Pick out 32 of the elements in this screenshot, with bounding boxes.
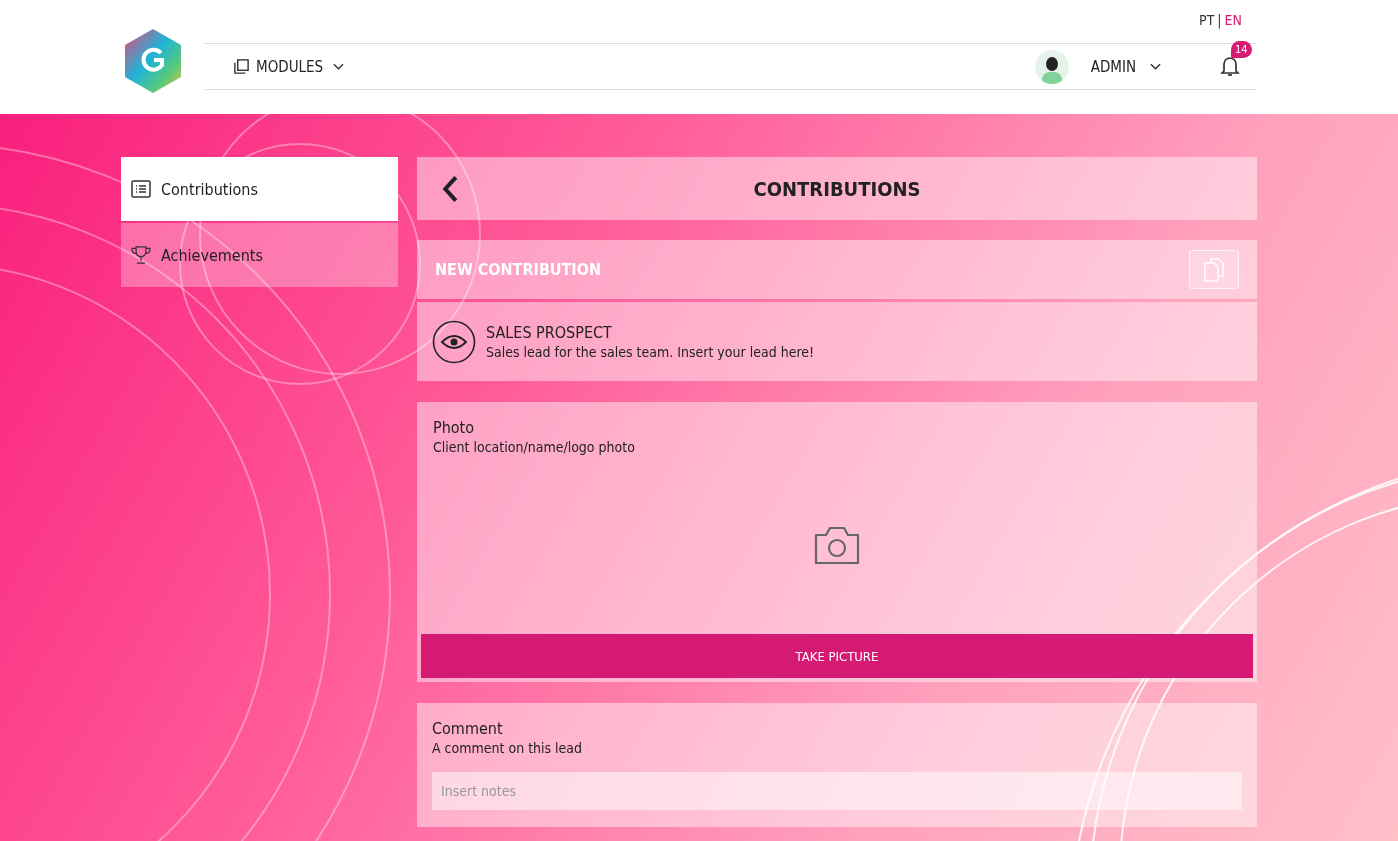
- notifications-button[interactable]: [1219, 54, 1241, 79]
- avatar[interactable]: [1034, 49, 1069, 84]
- chevron-down-icon: [333, 62, 345, 71]
- copy-icon: [1204, 257, 1224, 282]
- field-label: Comment: [432, 719, 504, 738]
- logo-icon: [125, 29, 181, 93]
- sidebar-item[interactable]: Contributions: [121, 157, 398, 221]
- camera-icon: [814, 524, 860, 565]
- language-link[interactable]: EN: [1224, 12, 1242, 28]
- eye-icon: [432, 319, 476, 364]
- type-description: Sales lead for the sales team. Insert your lead here!: [486, 344, 815, 360]
- page-title: CONTRIBUTIONS: [753, 176, 921, 201]
- bell-icon: [1220, 54, 1240, 77]
- language-link[interactable]: PT: [1199, 12, 1215, 28]
- trophy-icon: [131, 246, 151, 264]
- user-menu[interactable]: ADMIN: [1090, 57, 1161, 76]
- sidebar-item[interactable]: Achievements: [121, 223, 398, 287]
- language-separator: |: [1217, 12, 1222, 28]
- chevron-left-icon: [441, 174, 459, 203]
- type-name: SALES PROSPECT: [486, 323, 613, 342]
- field-label: Photo: [432, 418, 476, 437]
- back-button[interactable]: [441, 174, 459, 203]
- notes-input[interactable]: Insert notes: [432, 772, 1242, 810]
- field-hint: A comment on this lead: [432, 740, 584, 756]
- chevron-down-icon: [1150, 62, 1161, 71]
- section-title: NEW CONTRIBUTION: [435, 260, 601, 279]
- take-picture-button[interactable]: TAKE PICTURE: [421, 634, 1253, 678]
- notification-count: 14: [1231, 40, 1252, 58]
- modules-icon: [233, 58, 250, 75]
- list-icon: [131, 180, 151, 198]
- field-hint: Client location/name/logo photo: [432, 439, 636, 455]
- modules-menu[interactable]: MODULES: [233, 57, 345, 76]
